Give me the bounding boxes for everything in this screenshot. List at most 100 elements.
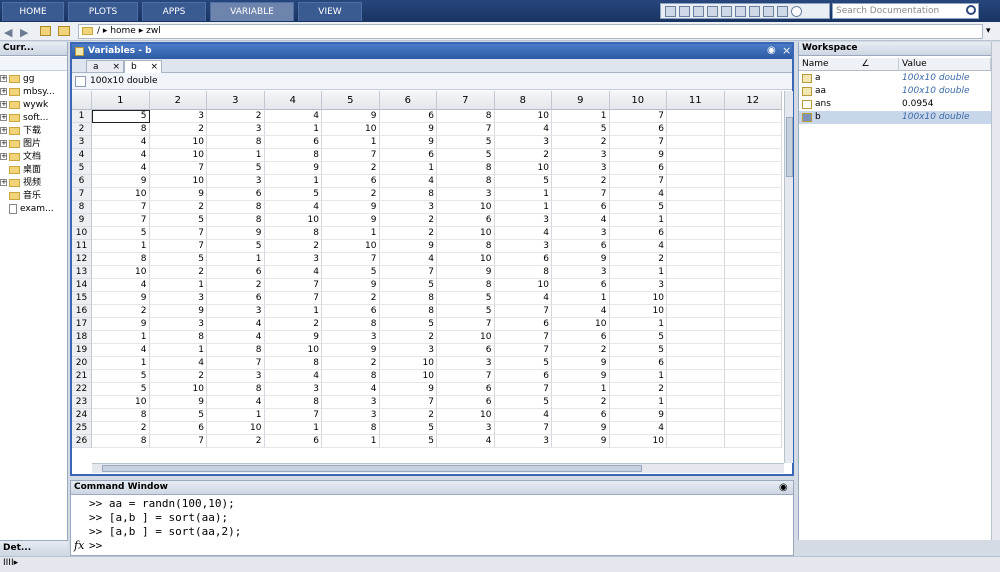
grid-cell[interactable]: 9 <box>149 305 207 318</box>
grid-cell[interactable]: 4 <box>92 279 150 292</box>
grid-cell[interactable]: 6 <box>322 175 380 188</box>
grid-cell[interactable]: 8 <box>379 305 437 318</box>
command-prompt[interactable]: >> <box>89 539 102 553</box>
grid-cell[interactable]: 2 <box>322 162 380 175</box>
grid-cell[interactable]: 4 <box>437 435 495 448</box>
command-window-title[interactable]: Command Window <box>71 481 793 495</box>
folder-item[interactable]: + 下载 <box>0 125 41 138</box>
grid-cell[interactable]: 1 <box>322 435 380 448</box>
grid-cell[interactable]: 2 <box>149 201 207 214</box>
grid-cell[interactable]: 8 <box>437 162 495 175</box>
grid-cell[interactable]: 10 <box>437 227 495 240</box>
grid-cell[interactable]: 4 <box>552 214 610 227</box>
grid-cell[interactable]: 6 <box>552 240 610 253</box>
grid-cell[interactable]: 10 <box>92 266 150 279</box>
grid-cell[interactable] <box>724 227 782 240</box>
grid-cell[interactable]: 10 <box>494 162 552 175</box>
grid-cell[interactable]: 4 <box>494 292 552 305</box>
horizontal-scrollbar[interactable] <box>92 463 784 473</box>
grid-cell[interactable]: 10 <box>494 279 552 292</box>
new-icon[interactable] <box>679 6 690 17</box>
grid-cell[interactable]: 7 <box>264 292 322 305</box>
grid-cell[interactable] <box>667 383 725 396</box>
grid-cell[interactable]: 7 <box>609 175 667 188</box>
grid-cell[interactable]: 10 <box>207 422 265 435</box>
folder-item[interactable]: + 视频 <box>0 177 41 190</box>
grid-cell[interactable]: 6 <box>379 110 437 123</box>
grid-cell[interactable]: 7 <box>149 227 207 240</box>
grid-cell[interactable]: 7 <box>92 201 150 214</box>
grid-cell[interactable]: 1 <box>552 110 610 123</box>
grid-cell[interactable]: 9 <box>149 188 207 201</box>
grid-cell[interactable]: 4 <box>92 149 150 162</box>
grid-cell[interactable]: 3 <box>437 188 495 201</box>
grid-cell[interactable]: 1 <box>207 409 265 422</box>
grid-cell[interactable]: 4 <box>609 188 667 201</box>
grid-cell[interactable]: 4 <box>92 344 150 357</box>
grid-cell[interactable]: 7 <box>149 240 207 253</box>
folder-item[interactable]: exam... <box>0 203 54 216</box>
expand-icon[interactable]: + <box>0 101 7 108</box>
grid-cell[interactable]: 4 <box>149 357 207 370</box>
grid-cell[interactable] <box>724 123 782 136</box>
grid-cell[interactable]: 3 <box>322 409 380 422</box>
grid-cell[interactable] <box>724 279 782 292</box>
grid-cell[interactable]: 6 <box>207 188 265 201</box>
command-window[interactable]: Command Window ◉ >> aa = randn(100,10); … <box>70 480 794 556</box>
workspace-variable-row[interactable]: b 100x10 double <box>799 111 991 124</box>
grid-cell[interactable]: 9 <box>552 422 610 435</box>
scroll-thumb[interactable] <box>102 465 642 472</box>
grid-cell[interactable]: 5 <box>437 149 495 162</box>
grid-cell[interactable]: 5 <box>437 136 495 149</box>
row-header[interactable]: 2 <box>72 123 92 136</box>
tab-close-icon[interactable]: × <box>150 61 158 73</box>
grid-cell[interactable]: 2 <box>264 318 322 331</box>
path-segment-home[interactable]: home <box>110 26 136 36</box>
row-header[interactable]: 13 <box>72 266 92 279</box>
folder-item[interactable]: 音乐 <box>0 190 41 203</box>
grid-cell[interactable]: 10 <box>609 292 667 305</box>
tab-plots[interactable]: PLOTS <box>68 2 138 21</box>
grid-cell[interactable]: 8 <box>322 318 380 331</box>
grid-cell[interactable]: 7 <box>552 188 610 201</box>
grid-cell[interactable]: 9 <box>552 435 610 448</box>
tab-variable[interactable]: VARIABLE <box>210 2 294 21</box>
grid-cell[interactable] <box>724 409 782 422</box>
grid-cell[interactable]: 2 <box>264 240 322 253</box>
grid-cell[interactable]: 3 <box>552 149 610 162</box>
grid-cell[interactable] <box>667 266 725 279</box>
paste-icon[interactable] <box>721 6 732 17</box>
grid-cell[interactable]: 5 <box>552 123 610 136</box>
grid-cell[interactable]: 6 <box>437 214 495 227</box>
grid-cell[interactable]: 8 <box>264 149 322 162</box>
column-header[interactable]: 11 <box>667 91 725 110</box>
workspace-variable-row[interactable]: a 100x10 double <box>799 72 991 85</box>
grid-cell[interactable]: 6 <box>437 383 495 396</box>
expand-icon[interactable] <box>0 166 7 173</box>
grid-cell[interactable]: 4 <box>494 227 552 240</box>
vertical-scrollbar[interactable] <box>784 91 793 463</box>
grid-cell[interactable]: 10 <box>437 331 495 344</box>
grid-cell[interactable]: 5 <box>264 188 322 201</box>
grid-cell[interactable]: 8 <box>494 266 552 279</box>
grid-cell[interactable]: 2 <box>207 110 265 123</box>
grid-cell[interactable]: 7 <box>379 396 437 409</box>
grid-cell[interactable]: 10 <box>379 357 437 370</box>
copy-icon[interactable] <box>707 6 718 17</box>
grid-cell[interactable]: 10 <box>92 188 150 201</box>
grid-cell[interactable]: 8 <box>149 331 207 344</box>
grid-cell[interactable]: 7 <box>149 435 207 448</box>
grid-cell[interactable]: 5 <box>149 253 207 266</box>
grid-cell[interactable]: 6 <box>207 292 265 305</box>
grid-cell[interactable]: 1 <box>264 305 322 318</box>
grid-cell[interactable]: 9 <box>379 240 437 253</box>
tab-view[interactable]: VIEW <box>298 2 362 21</box>
grid-cell[interactable]: 3 <box>207 305 265 318</box>
grid-cell[interactable]: 7 <box>437 370 495 383</box>
grid-cell[interactable]: 2 <box>322 188 380 201</box>
grid-cell[interactable]: 4 <box>92 162 150 175</box>
grid-cell[interactable] <box>724 435 782 448</box>
path-dropdown-icon[interactable]: ▾ <box>986 26 991 36</box>
grid-cell[interactable]: 5 <box>92 227 150 240</box>
grid-cell[interactable]: 3 <box>264 253 322 266</box>
